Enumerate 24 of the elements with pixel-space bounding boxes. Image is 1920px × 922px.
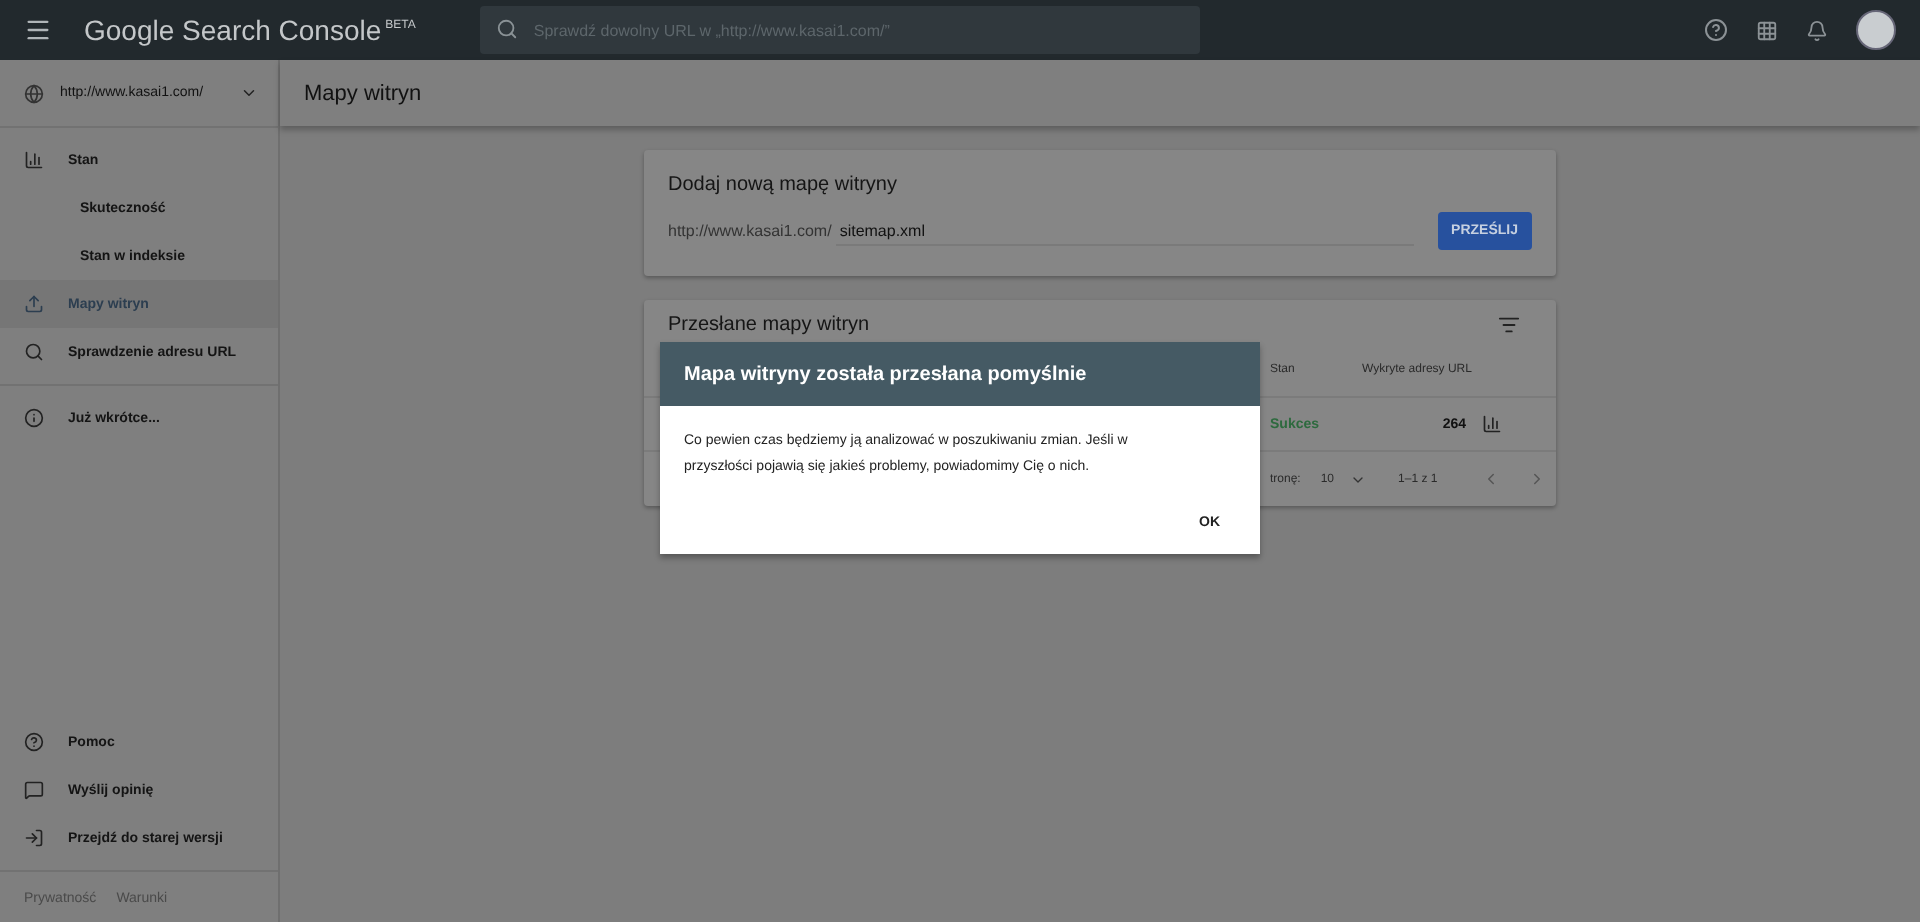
- bar-chart-icon: [24, 150, 44, 170]
- caret-icon: [240, 84, 258, 102]
- upload-icon: [24, 294, 44, 314]
- card-title: Przesłane mapy witryn: [668, 314, 870, 336]
- menu-icon[interactable]: [24, 16, 52, 44]
- search-icon: [24, 342, 44, 362]
- globe-icon: [24, 83, 44, 103]
- apps-grid-icon[interactable]: [1756, 19, 1778, 41]
- exit-icon: [24, 828, 44, 848]
- app-name: Google Search Console$^{BETA}$: [84, 14, 416, 46]
- dialog-title: Mapa witryny została przesłana pomyślnie: [660, 342, 1260, 406]
- sitemap-input-field[interactable]: sitemap.xml: [835, 217, 1414, 245]
- feedback-icon: [24, 780, 44, 800]
- page-title: Mapy witryn: [304, 81, 422, 105]
- search-icon: [495, 18, 518, 40]
- help-icon: [24, 732, 44, 752]
- help-icon[interactable]: [1704, 18, 1728, 42]
- url-prefix: http://www.kasai1.com/: [668, 222, 832, 240]
- bar-chart-icon[interactable]: [1482, 414, 1502, 434]
- notification-icon[interactable]: [1806, 19, 1828, 41]
- filter-icon[interactable]: [1498, 314, 1520, 336]
- info-icon: [24, 408, 44, 428]
- card-title: Dodaj nową mapę witryny: [666, 172, 899, 196]
- avatar[interactable]: [1856, 10, 1896, 50]
